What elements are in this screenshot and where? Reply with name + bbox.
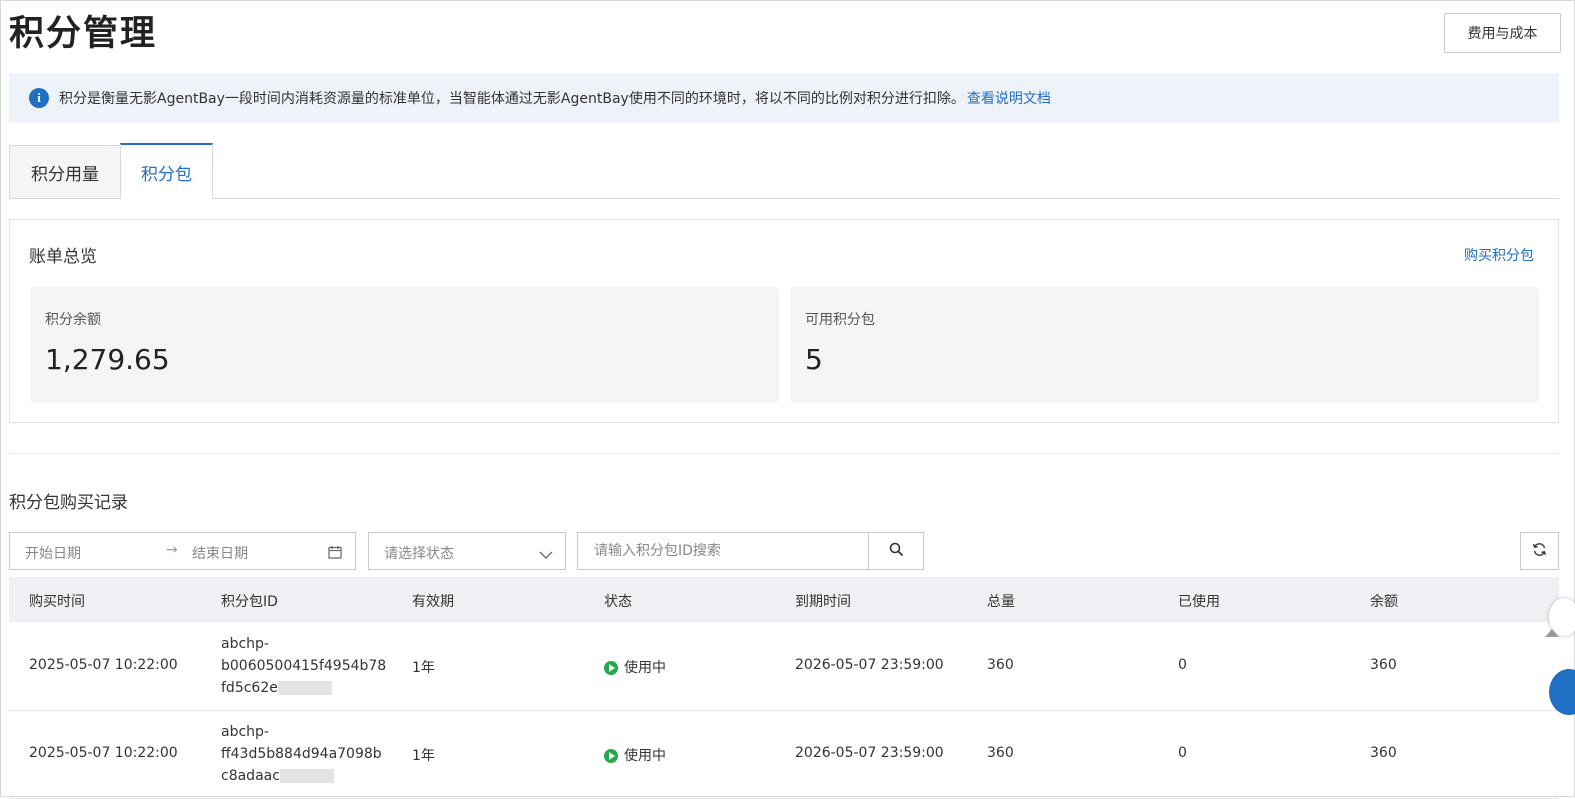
search-field[interactable] (577, 532, 869, 570)
packages-label: 可用积分包 (805, 312, 875, 328)
expiry-time: 2026-05-07 23:59:00 (795, 745, 944, 761)
chevron-down-icon (539, 545, 553, 564)
balance: 360 (1370, 745, 1397, 761)
scroll-up-icon[interactable] (1545, 629, 1559, 637)
search-button[interactable] (868, 532, 924, 570)
table-row: 2025-05-07 10:22:00 abchp- b0060500415f4… (9, 622, 1559, 711)
balance: 360 (1370, 657, 1397, 673)
doc-link[interactable]: 查看说明文档 (967, 88, 1051, 108)
tab-credit-packages[interactable]: 积分包 (120, 143, 213, 199)
col-balance: 余额 (1370, 594, 1398, 610)
status-text: 使用中 (624, 660, 666, 676)
page-title: 积分管理 (9, 14, 158, 54)
validity: 1年 (412, 660, 435, 676)
package-id: abchp- ff43d5b884d94a7098b c8adaac (221, 721, 391, 787)
used: 0 (1178, 657, 1187, 673)
col-expiry: 到期时间 (795, 594, 851, 610)
play-circle-icon (604, 749, 618, 763)
package-id-line: abchp- (221, 724, 269, 740)
purchase-time: 2025-05-07 10:22:00 (29, 745, 178, 761)
tab-divider (213, 198, 1559, 199)
status-badge: 使用中 (604, 657, 666, 677)
refresh-button[interactable] (1520, 532, 1559, 570)
table-row: 2025-05-07 10:22:00 abchp- ff43d5b884d94… (9, 710, 1559, 799)
tab-credit-usage[interactable]: 积分用量 (9, 145, 121, 199)
col-total: 总量 (987, 594, 1015, 610)
info-icon: i (29, 88, 49, 108)
balance-stat: 积分余额 1,279.65 (30, 287, 779, 403)
refresh-icon (1532, 542, 1547, 561)
col-validity: 有效期 (412, 594, 454, 610)
status-text: 使用中 (624, 748, 666, 764)
status-badge: 使用中 (604, 745, 666, 765)
validity: 1年 (412, 748, 435, 764)
package-id-line: c8adaac (221, 768, 280, 784)
col-package-id: 积分包ID (221, 594, 278, 610)
records-title: 积分包购买记录 (9, 493, 128, 513)
section-divider (9, 453, 1559, 454)
col-status: 状态 (604, 594, 632, 610)
arrow-right-icon: → (166, 542, 178, 558)
status-select[interactable]: 请选择状态 (368, 532, 566, 570)
packages-stat: 可用积分包 5 (790, 287, 1539, 403)
total: 360 (987, 657, 1014, 673)
calendar-icon (328, 544, 342, 563)
col-purchase-time: 购买时间 (29, 594, 85, 610)
notice-text: 积分是衡量无影AgentBay一段时间内消耗资源量的标准单位，当智能体通过无影A… (59, 91, 965, 107)
start-date-input[interactable]: 开始日期 (25, 543, 81, 563)
purchase-time: 2025-05-07 10:22:00 (29, 657, 178, 673)
redacted-mask (279, 769, 334, 783)
tab-divider (9, 198, 121, 199)
col-used: 已使用 (1178, 594, 1220, 610)
table-header: 购买时间 积分包ID 有效期 状态 到期时间 总量 已使用 余额 (9, 577, 1559, 622)
package-id-line: fd5c62e (221, 680, 278, 696)
search-input[interactable] (592, 542, 856, 560)
total: 360 (987, 745, 1014, 761)
package-id-line: b0060500415f4954b78 (221, 658, 387, 674)
play-circle-icon (604, 661, 618, 675)
used: 0 (1178, 745, 1187, 761)
status-select-placeholder: 请选择状态 (384, 546, 454, 562)
redacted-mask (277, 681, 332, 695)
expiry-time: 2026-05-07 23:59:00 (795, 657, 944, 673)
end-date-input[interactable]: 结束日期 (192, 543, 248, 563)
search-icon (889, 542, 904, 561)
package-id-line: abchp- (221, 636, 269, 652)
date-range-picker[interactable]: 开始日期 → 结束日期 (9, 532, 356, 570)
package-id: abchp- b0060500415f4954b78 fd5c62e (221, 633, 391, 699)
balance-value: 1,279.65 (45, 343, 170, 376)
buy-package-link[interactable]: 购买积分包 (1464, 245, 1534, 265)
cost-button[interactable]: 费用与成本 (1444, 13, 1561, 53)
package-id-line: ff43d5b884d94a7098b (221, 746, 382, 762)
overview-title: 账单总览 (29, 247, 97, 267)
balance-label: 积分余额 (45, 312, 101, 328)
info-banner: i 积分是衡量无影AgentBay一段时间内消耗资源量的标准单位，当智能体通过无… (9, 73, 1559, 123)
packages-value: 5 (805, 343, 823, 376)
